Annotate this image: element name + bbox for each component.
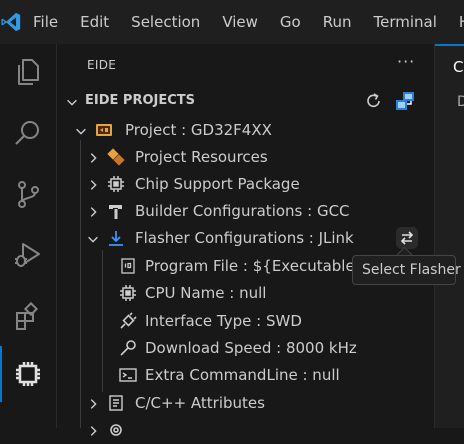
menu-run[interactable]: Run: [312, 0, 363, 44]
hammer-icon: [107, 202, 125, 220]
source-control-icon[interactable]: [12, 178, 44, 210]
attributes-icon: [107, 394, 125, 412]
tree-item-label: Program File : ${ExecutableN: [145, 257, 366, 275]
tree-item-label: Interface Type : SWD: [145, 312, 302, 330]
tree-item-extra-commandline[interactable]: Extra CommandLine : null: [57, 362, 434, 389]
chevron-right-icon: [86, 177, 100, 196]
tree-item-label: CPU Name : null: [145, 284, 267, 302]
tree-item-label: C/C++ Attributes: [135, 394, 265, 412]
download-arrow-icon: [107, 229, 125, 247]
more-actions-button[interactable]: ···: [397, 52, 415, 71]
gear-icon: [107, 421, 125, 439]
explorer-icon[interactable]: [12, 56, 44, 88]
tree-item-project-resources[interactable]: Project Resources: [57, 144, 434, 171]
chevron-right-icon: [86, 423, 100, 442]
refresh-icon[interactable]: [364, 91, 384, 115]
tree-item-builder-configurations[interactable]: Builder Configurations : GCC: [57, 198, 434, 225]
menu-terminal[interactable]: Terminal: [363, 0, 448, 44]
binary-file-icon: [119, 257, 137, 275]
tree-item-interface-type[interactable]: Interface Type : SWD: [57, 308, 434, 335]
tree-item-label: Flasher Configurations : JLink: [135, 229, 354, 247]
chevron-right-icon: [86, 204, 100, 223]
select-flasher-button[interactable]: [396, 227, 418, 249]
terminal-icon: [119, 366, 137, 384]
title-menubar: File Edit Selection View Go Run Terminal…: [0, 0, 464, 44]
search-icon[interactable]: [12, 117, 44, 149]
tree-item-label: Project : GD32F4XX: [125, 121, 272, 139]
cpu-icon: [119, 284, 137, 302]
eide-chip-icon[interactable]: [12, 358, 44, 390]
editor-text: D: [457, 94, 464, 110]
tree-item-flasher-configurations[interactable]: Flasher Configurations : JLink: [57, 225, 434, 252]
chevron-down-icon: [86, 231, 100, 250]
tree-item-project[interactable]: Project : GD32F4XX: [57, 117, 434, 144]
menu-go[interactable]: Go: [269, 0, 312, 44]
menu-selection[interactable]: Selection: [120, 0, 211, 44]
plug-icon: [119, 312, 137, 330]
sidebar: EIDE ··· EIDE PROJECTS Project: GD32F4X…: [57, 44, 434, 436]
tree-item-download-speed[interactable]: Download Speed : 8000 kHz: [57, 335, 434, 362]
editor-area: C D: [434, 44, 464, 428]
editor-tab[interactable]: C: [435, 44, 464, 90]
tree-item-next[interactable]: [57, 417, 434, 444]
tree-item-label: Builder Configurations : GCC: [135, 202, 350, 220]
menu-view[interactable]: View: [211, 0, 269, 44]
tree-item-label: Chip Support Package: [135, 175, 300, 193]
eide-projects-section-header[interactable]: EIDE PROJECTS: [57, 90, 434, 112]
activity-bar: [0, 44, 57, 428]
chip-icon: [107, 175, 125, 193]
wrench-icon: [119, 339, 137, 357]
active-indicator: [0, 346, 2, 402]
tree-item-label: Extra CommandLine : null: [145, 366, 340, 384]
chevron-right-icon: [86, 396, 100, 415]
tooltip-text: Select Flasher: [362, 262, 461, 278]
section-title: EIDE PROJECTS: [85, 93, 195, 108]
run-debug-icon[interactable]: [12, 239, 44, 271]
open-project-icon[interactable]: [394, 90, 416, 116]
vscode-logo-icon: [0, 0, 22, 44]
sidebar-title: EIDE: [87, 58, 117, 72]
tree-item-chip-support-package[interactable]: Chip Support Package: [57, 171, 434, 198]
resources-icon: [107, 148, 125, 166]
editor-tab-label: C: [453, 58, 464, 76]
project-icon: [95, 121, 113, 139]
tree-item-cpp-attributes[interactable]: C/C++ Attributes: [57, 390, 434, 417]
chevron-right-icon: [86, 150, 100, 169]
extensions-icon[interactable]: [12, 300, 44, 332]
tree-item-label: Project Resources: [135, 148, 268, 166]
chevron-down-icon: [65, 94, 79, 113]
tooltip: Select Flasher: [352, 255, 461, 285]
menu-help[interactable]: H: [448, 0, 464, 44]
menu-file[interactable]: File: [22, 0, 69, 44]
menu-edit[interactable]: Edit: [69, 0, 120, 44]
chevron-down-icon: [74, 123, 88, 142]
tree-item-label: Download Speed : 8000 kHz: [145, 339, 357, 357]
